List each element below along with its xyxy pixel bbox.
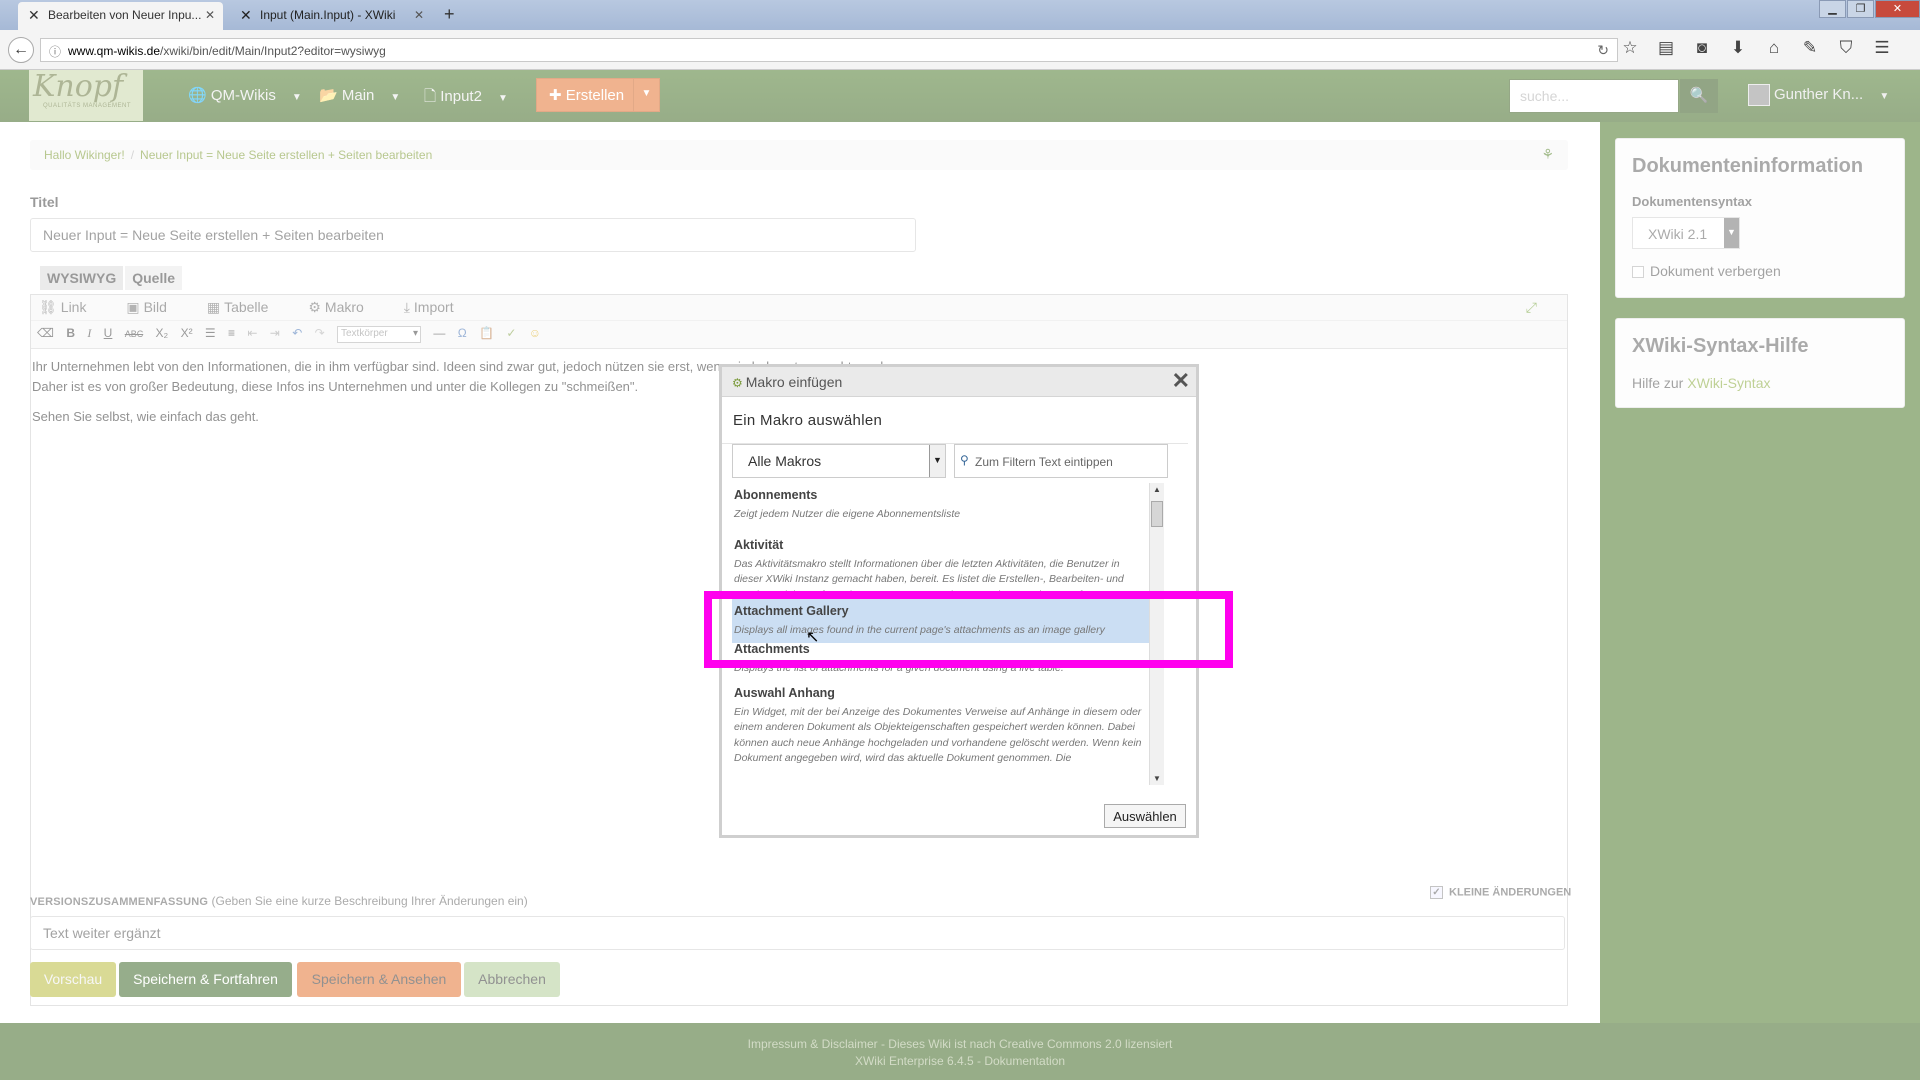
info-icon[interactable]: ⓘ: [49, 43, 61, 60]
browser-tab-label: Bearbeiten von Neuer Inpu...: [48, 8, 202, 22]
xwiki-favicon-icon: ✕: [28, 7, 40, 23]
macro-filter-input[interactable]: ⚲ Zum Filtern Text eintippen: [954, 444, 1168, 478]
macro-item-aktivitaet[interactable]: Aktivität Das Aktivitätsmakro stellt Info…: [732, 533, 1164, 593]
reload-icon[interactable]: ↻: [1597, 42, 1609, 59]
window-controls: ▁ ❐ ✕: [1818, 0, 1920, 18]
highlight-box: [704, 591, 1233, 668]
url-bar[interactable]: ⓘ www.qm-wikis.de/xwiki/bin/edit/Main/In…: [40, 38, 1618, 62]
mouse-cursor-icon: ↖: [806, 629, 820, 646]
macro-category-select[interactable]: Alle Makros ▼: [732, 444, 946, 478]
url-host: www.qm-wikis.de: [68, 44, 161, 58]
home-icon[interactable]: ⌂: [1756, 38, 1792, 58]
category-value: Alle Makros: [748, 453, 822, 469]
reading-list-icon[interactable]: ▤: [1648, 38, 1684, 58]
browser-tab-input[interactable]: ✕ Input (Main.Input) - XWiki ✕: [230, 2, 432, 30]
scrollbar-thumb[interactable]: [1151, 501, 1163, 527]
scroll-up-icon[interactable]: ▲: [1153, 485, 1161, 494]
browser-tab-label: Input (Main.Input) - XWiki: [260, 8, 396, 22]
new-tab-button[interactable]: +: [444, 4, 455, 25]
browser-toolbar-icons: ☆ ▤ ◙ ⬇ ⌂ ✎ ⛉ ☰: [1612, 38, 1900, 58]
browser-navbar: ← ⓘ www.qm-wikis.de/xwiki/bin/edit/Main/…: [0, 30, 1920, 70]
url-path: /xwiki/bin/edit/Main/Input2?editor=wysiw…: [160, 44, 386, 58]
macro-item-abonnements[interactable]: Abonnements Zeigt jedem Nutzer die eigene…: [732, 483, 1164, 527]
restore-icon[interactable]: ❐: [1847, 0, 1874, 18]
close-tab-icon[interactable]: ✕: [205, 8, 215, 22]
download-icon[interactable]: ⬇: [1720, 38, 1756, 58]
gear-icon: ⚙: [732, 376, 743, 390]
browser-tab-strip: ✕ Bearbeiten von Neuer Inpu... ✕ ✕ Input…: [0, 0, 1920, 30]
scroll-down-icon[interactable]: ▼: [1153, 774, 1161, 783]
hamburger-menu-icon[interactable]: ☰: [1864, 38, 1900, 58]
shield-icon[interactable]: ⛉: [1828, 38, 1864, 58]
dialog-header: ⚙ Makro einfügen: [722, 367, 1196, 397]
pocket-icon[interactable]: ◙: [1684, 38, 1720, 58]
chevron-down-icon[interactable]: ▼: [929, 445, 945, 477]
close-icon[interactable]: ✕: [1172, 369, 1190, 393]
macro-description: Das Aktivitätsmakro stellt Informationen…: [734, 557, 1124, 594]
search-icon: ⚲: [960, 453, 969, 467]
window-close-icon[interactable]: ✕: [1875, 0, 1920, 18]
dialog-title: Makro einfügen: [745, 374, 843, 390]
macro-name: Auswahl Anhang: [734, 686, 835, 700]
macro-description: Ein Widget, mit der bei Anzeige des Doku…: [734, 705, 1142, 765]
back-button[interactable]: ←: [8, 37, 34, 63]
xwiki-favicon-icon: ✕: [240, 7, 252, 23]
minimize-icon[interactable]: ▁: [1819, 0, 1846, 18]
macro-item-auswahl-anhang[interactable]: Auswahl Anhang Ein Widget, mit der bei An…: [732, 681, 1164, 772]
macro-name: Abonnements: [734, 488, 818, 502]
filter-placeholder: Zum Filtern Text eintippen: [975, 455, 1113, 469]
browser-tab-edit[interactable]: ✕ Bearbeiten von Neuer Inpu... ✕: [18, 2, 223, 30]
dialog-subtitle: Ein Makro auswählen: [722, 397, 1188, 444]
macro-description: Zeigt jedem Nutzer die eigene Abonnement…: [734, 507, 961, 520]
tools-icon[interactable]: ✎: [1792, 38, 1828, 58]
select-button[interactable]: Auswählen: [1104, 804, 1186, 828]
close-tab-icon[interactable]: ✕: [414, 8, 424, 22]
macro-name: Aktivität: [734, 538, 784, 552]
bookmark-star-icon[interactable]: ☆: [1612, 38, 1648, 58]
